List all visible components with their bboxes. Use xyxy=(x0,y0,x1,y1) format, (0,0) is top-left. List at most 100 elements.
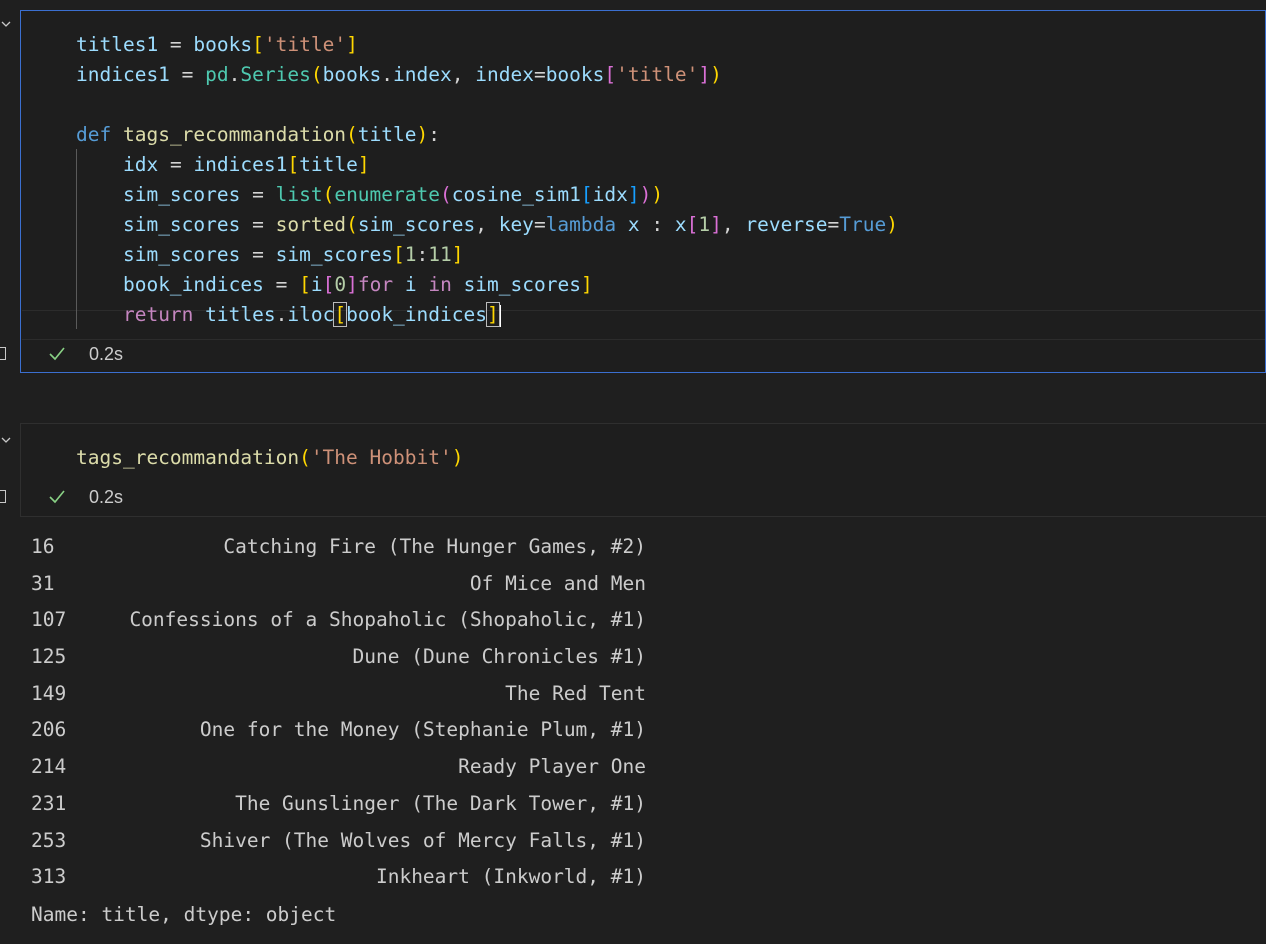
code-token: [ xyxy=(252,33,264,56)
code-token: = xyxy=(158,33,194,56)
code-token: x xyxy=(674,213,687,236)
code-token: x xyxy=(627,213,640,236)
cell1-execution-marker-icon xyxy=(0,347,6,360)
cell1-status: 0.2s xyxy=(47,344,123,364)
output-row-index: 253 xyxy=(31,828,67,852)
code-token: , xyxy=(451,63,476,86)
code-line[interactable] xyxy=(76,90,898,120)
code-token: : xyxy=(428,123,440,146)
code-token: . xyxy=(228,63,241,86)
code-line[interactable]: indices1 = pd.Series(books.index, index=… xyxy=(76,60,898,90)
code-token: sim_scores xyxy=(122,183,241,206)
code-line[interactable]: book_indices = [i[0]for i in sim_scores] xyxy=(76,270,898,300)
cell2-output: 16 Catching Fire (The Hunger Games, #2) 31… xyxy=(31,531,646,932)
code-token: book_indices xyxy=(122,273,264,296)
cell2-execution-marker-icon xyxy=(0,490,6,503)
code-token: ) xyxy=(710,63,722,86)
code-token: list xyxy=(275,183,323,206)
code-line[interactable]: def tags_recommandation(title): xyxy=(76,120,898,150)
code-token: = xyxy=(240,243,276,266)
code-token: title xyxy=(299,153,358,176)
code-token: ] xyxy=(580,273,593,296)
code-token: 0 xyxy=(334,273,347,296)
output-row-value: The Red Tent xyxy=(505,681,646,705)
code-token: indices1 xyxy=(76,63,170,86)
code-line[interactable]: titles1 = books['title'] xyxy=(76,30,898,60)
output-row-index: 125 xyxy=(31,645,67,669)
code-token: = xyxy=(827,213,840,236)
cell1-exec-time: 0.2s xyxy=(89,343,124,364)
code-token: index xyxy=(475,63,534,86)
code-token: [ xyxy=(686,213,699,236)
code-token: sorted xyxy=(275,213,347,236)
check-icon xyxy=(49,347,65,361)
output-footer: Name: title, dtype: object xyxy=(31,902,337,926)
code-token: i xyxy=(310,273,323,296)
code-line[interactable]: sim_scores = list(enumerate(cosine_sim1[… xyxy=(76,180,898,210)
code-token: ( xyxy=(310,63,323,86)
code-token: pd xyxy=(205,63,229,86)
code-line[interactable]: tags_recommandation('The Hobbit') xyxy=(76,443,463,473)
output-row-value: Shiver (The Wolves of Mercy Falls, #1) xyxy=(199,828,646,852)
cell2-code-editor[interactable]: tags_recommandation('The Hobbit') xyxy=(76,443,463,473)
cell1-code-editor[interactable]: titles1 = books['title'] indices1 = pd.Se… xyxy=(76,30,898,330)
output-row-value: Catching Fire (The Hunger Games, #2) xyxy=(223,535,646,558)
code-line[interactable]: return titles.iloc[book_indices] xyxy=(76,300,898,330)
code-token: in xyxy=(428,273,452,296)
output-row-index: 231 xyxy=(31,791,67,815)
code-token: 'title' xyxy=(263,33,347,56)
code-token: ] xyxy=(357,153,370,176)
code-line[interactable]: sim_scores = sim_scores[1:11] xyxy=(76,240,898,270)
code-token: [ xyxy=(393,243,405,266)
cell2-collapse-chevron-icon[interactable] xyxy=(0,434,12,446)
code-token: titles1 xyxy=(76,33,159,56)
code-token: ) xyxy=(639,183,652,206)
code-token: ) xyxy=(886,213,899,236)
code-token: , xyxy=(721,213,746,236)
code-token: enumerate xyxy=(334,183,440,206)
code-token: tags_recommandation xyxy=(122,123,347,146)
code-cell-2[interactable]: tags_recommandation('The Hobbit') 0.2s xyxy=(20,423,1266,517)
output-row: 149 The Red Tent xyxy=(31,678,646,715)
code-cell-1[interactable]: titles1 = books['title'] indices1 = pd.Se… xyxy=(20,10,1266,373)
code-token: [ xyxy=(580,183,593,206)
code-token: = xyxy=(263,273,300,296)
code-token: index xyxy=(393,63,452,86)
cell2-exec-time: 0.2s xyxy=(89,486,124,507)
code-line[interactable]: sim_scores = sorted(sim_scores, key=lamb… xyxy=(76,210,898,240)
code-token: [ xyxy=(333,302,348,327)
code-token: ] xyxy=(486,302,500,327)
code-token: = xyxy=(533,63,546,86)
code-token: ] xyxy=(698,63,711,86)
code-token: = xyxy=(169,63,206,86)
output-row: 231 The Gunslinger (The Dark Tower, #1) xyxy=(31,788,646,825)
output-row-value: Dune (Dune Chronicles #1) xyxy=(352,645,647,669)
code-token: ( xyxy=(346,123,358,146)
output-row-value: Confessions of a Shopaholic (Shopaholic,… xyxy=(129,608,646,632)
output-row-index: 31 xyxy=(31,571,55,595)
output-series: 16 Catching Fire (The Hunger Games, #2) 31… xyxy=(31,531,646,898)
cell1-collapse-chevron-icon[interactable] xyxy=(0,18,12,30)
code-token: books xyxy=(545,63,605,86)
code-token: ] xyxy=(710,213,722,236)
code-token: = xyxy=(240,213,276,236)
code-line[interactable]: idx = indices1[title] xyxy=(76,150,898,180)
code-token: title xyxy=(357,123,417,146)
code-token: [ xyxy=(322,273,335,296)
output-row-value: Inkheart (Inkworld, #1) xyxy=(375,865,646,889)
code-token: = xyxy=(158,153,194,176)
code-token: 1 xyxy=(698,213,711,236)
code-token: ] xyxy=(346,273,358,296)
code-token: ] xyxy=(346,33,358,56)
code-token: cosine_sim1 xyxy=(451,183,581,206)
